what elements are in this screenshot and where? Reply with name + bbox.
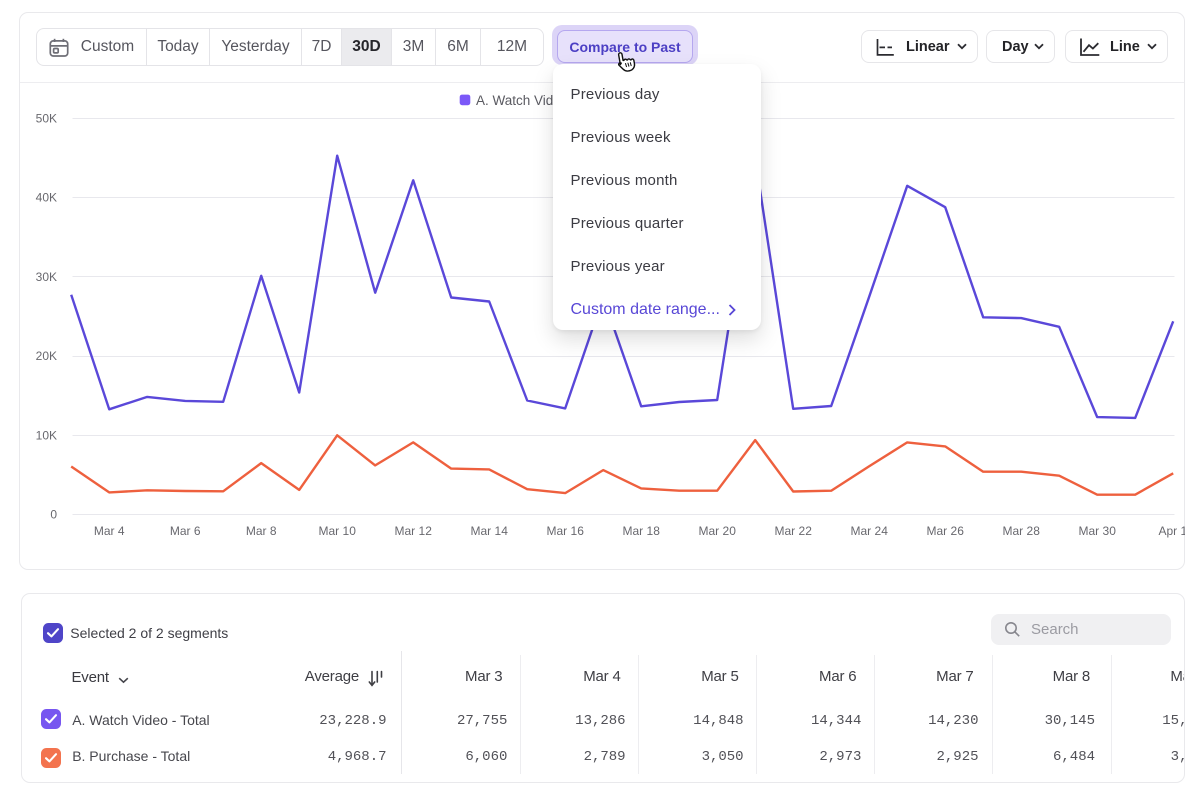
svg-text:Apr 1: Apr 1: [1158, 524, 1185, 538]
svg-text:Mar 8: Mar 8: [246, 524, 277, 538]
svg-text:30K: 30K: [36, 270, 57, 284]
svg-text:Mar 30: Mar 30: [1079, 524, 1117, 538]
svg-text:Mar 28: Mar 28: [1003, 524, 1041, 538]
svg-text:Mar 16: Mar 16: [547, 524, 585, 538]
svg-text:Mar 6: Mar 6: [170, 524, 201, 538]
svg-text:40K: 40K: [36, 191, 57, 205]
svg-text:Mar 10: Mar 10: [319, 524, 357, 538]
svg-text:Mar 26: Mar 26: [927, 524, 965, 538]
svg-text:Mar 4: Mar 4: [94, 524, 125, 538]
svg-text:Mar 18: Mar 18: [623, 524, 661, 538]
svg-text:Mar 20: Mar 20: [699, 524, 737, 538]
svg-text:0: 0: [50, 508, 57, 522]
svg-text:Mar 12: Mar 12: [395, 524, 433, 538]
svg-text:50K: 50K: [36, 112, 57, 126]
svg-text:Mar 22: Mar 22: [775, 524, 813, 538]
svg-text:10K: 10K: [36, 428, 57, 442]
svg-text:20K: 20K: [36, 349, 57, 363]
svg-text:Mar 24: Mar 24: [851, 524, 889, 538]
svg-text:Mar 14: Mar 14: [471, 524, 509, 538]
